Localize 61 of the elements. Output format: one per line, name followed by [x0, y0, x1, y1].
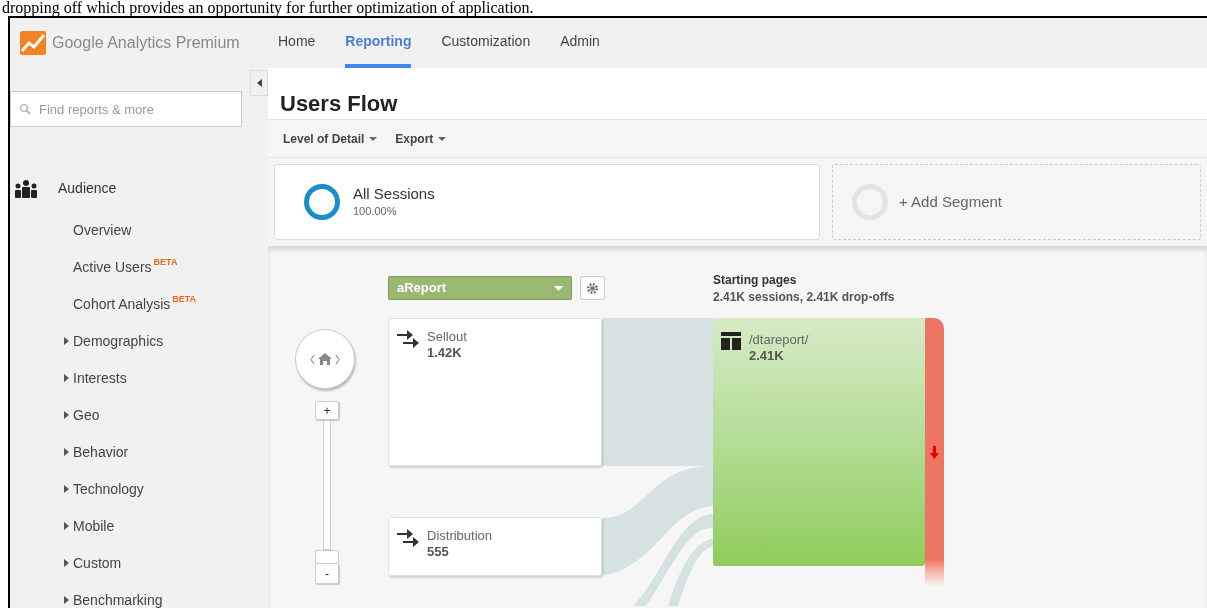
- beta-label: BETA: [153, 257, 178, 267]
- settings-button[interactable]: [580, 276, 605, 300]
- sidebar-item[interactable]: Custom: [73, 553, 122, 574]
- sidebar-item[interactable]: Demographics: [73, 331, 164, 352]
- flow-node[interactable]: Distribution 555: [388, 517, 602, 576]
- caret-icon: [369, 136, 378, 141]
- zoom-out-button[interactable]: -: [315, 563, 339, 584]
- column-title: Starting pages: [713, 272, 798, 288]
- add-segment-button[interactable]: + Add Segment: [832, 164, 1201, 240]
- people-icon: [14, 179, 38, 198]
- nav-tab[interactable]: Home: [278, 18, 316, 68]
- ring-icon: [303, 183, 341, 221]
- sidebar-item[interactable]: Benchmarking: [73, 590, 163, 608]
- sidebar-item[interactable]: Behavior: [73, 442, 129, 463]
- product-name: Google Analytics Premium: [52, 33, 240, 53]
- document-text: dropping off which provides an opportunity for further optimization of application.: [1, 0, 535, 16]
- search-icon: [19, 103, 31, 115]
- node-label: Distribution: [427, 528, 493, 544]
- sidebar-item[interactable]: Interests: [73, 368, 127, 389]
- column-summary: 2.41K sessions, 2.41K drop-offs: [713, 289, 895, 306]
- segment-card[interactable]: All Sessions 100.00%: [274, 164, 820, 240]
- logo-icon: [20, 31, 46, 55]
- home-icon: [318, 353, 332, 365]
- node-label: Sellout: [427, 329, 467, 345]
- flow-node[interactable]: /dtareport/ 2.41K: [713, 318, 925, 566]
- segment-name: All Sessions: [353, 184, 435, 203]
- node-value: 2.41K: [749, 348, 785, 364]
- left-arrow-icon: [256, 79, 262, 87]
- arrows-icon: [397, 528, 419, 550]
- collapse-button[interactable]: [250, 70, 268, 96]
- toolbar-dropdown[interactable]: Export: [395, 129, 447, 148]
- node-value: 555: [427, 544, 450, 560]
- section-title[interactable]: Audience: [58, 178, 117, 199]
- beta-label: BETA: [172, 294, 197, 304]
- sidebar-item[interactable]: Geo: [73, 405, 100, 426]
- settings-icon: [586, 281, 599, 295]
- arrows-icon: [397, 329, 419, 351]
- sidebar-item[interactable]: Cohort Analysis: [73, 294, 171, 315]
- sidebar-item[interactable]: Technology: [73, 479, 144, 500]
- flow-node[interactable]: Sellout 1.42K: [388, 318, 602, 466]
- zoom-in-button[interactable]: +: [315, 401, 339, 420]
- pan-control[interactable]: [295, 329, 355, 389]
- right-chevron-icon: [335, 354, 340, 364]
- sidebar-item[interactable]: Active Users: [73, 257, 152, 278]
- drop-off-bar[interactable]: [925, 318, 944, 586]
- sidebar-item[interactable]: Mobile: [73, 516, 115, 537]
- caret-icon: [438, 136, 447, 141]
- nav-tab[interactable]: Customization: [441, 18, 531, 68]
- node-label: /dtareport/: [749, 332, 809, 348]
- zoom-slider-track[interactable]: [323, 418, 331, 550]
- sidebar-item[interactable]: Overview: [73, 220, 132, 241]
- segment-share: 100.00%: [353, 203, 398, 219]
- search-field[interactable]: Find reports & more: [10, 91, 242, 127]
- caret-icon: [554, 285, 563, 291]
- toolbar-dropdown[interactable]: Level of Detail: [283, 129, 378, 148]
- zoom-slider-handle[interactable]: [315, 550, 339, 564]
- down-arrow-icon: [930, 445, 939, 459]
- left-chevron-icon: [310, 354, 315, 364]
- node-value: 1.42K: [427, 345, 463, 361]
- layout-icon: [721, 332, 741, 350]
- nav-tab[interactable]: Admin: [560, 18, 600, 68]
